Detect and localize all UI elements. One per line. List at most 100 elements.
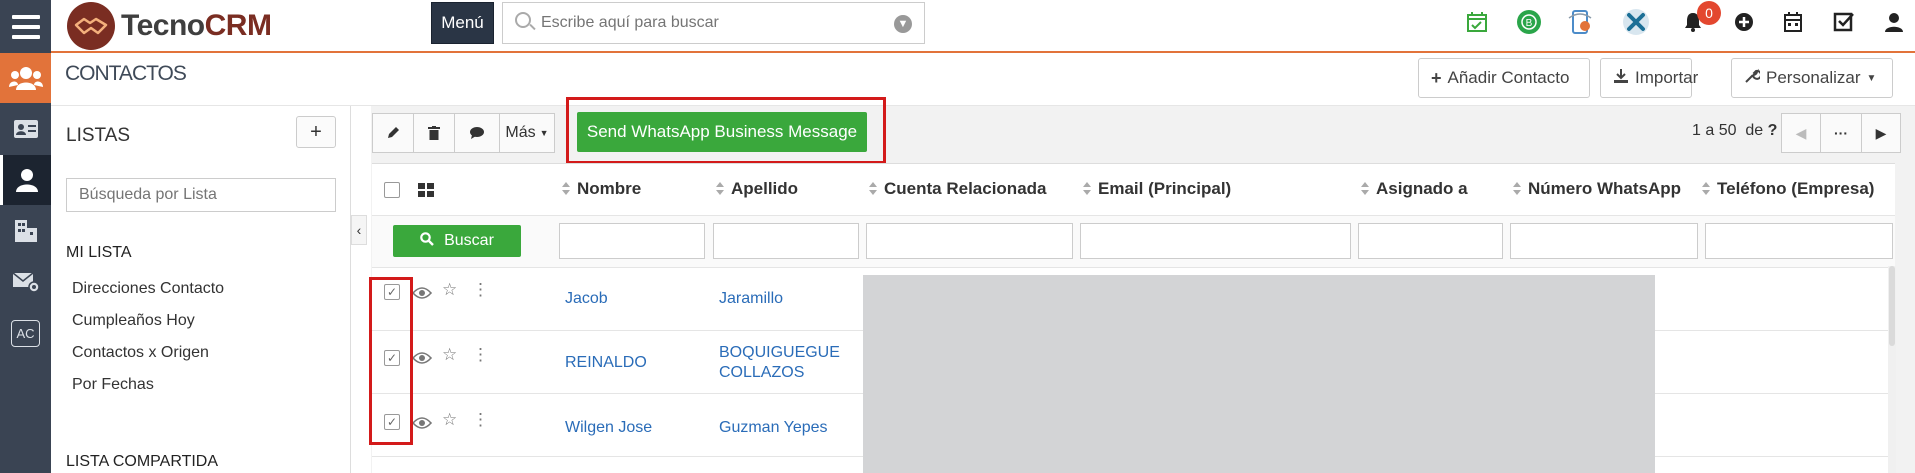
list-search-input[interactable] (66, 178, 336, 212)
list-item[interactable]: Por Fechas (72, 376, 154, 394)
column-header-asignado[interactable]: Asignado a (1361, 179, 1468, 199)
page-range: 1 a 50 (1692, 122, 1737, 139)
lists-panel: LISTAS + MI LISTA Direcciones Contacto C… (51, 106, 351, 473)
add-contact-label: Añadir Contacto (1447, 68, 1570, 87)
eye-icon[interactable] (411, 350, 433, 370)
customize-button[interactable]: Personalizar ▼ (1731, 58, 1893, 98)
list-item[interactable]: Direcciones Contacto (72, 280, 224, 298)
column-header-email[interactable]: Email (Principal) (1083, 179, 1231, 199)
sort-icon (1513, 182, 1521, 196)
add-contact-button[interactable]: + Añadir Contacto (1418, 58, 1590, 98)
more-pages-ellipsis-icon[interactable]: ··· (1820, 113, 1862, 153)
calendar-check-icon[interactable] (1463, 8, 1491, 36)
delete-trash-icon[interactable] (413, 113, 455, 153)
contact-last-name-link[interactable]: BOQUIGUEGUE (719, 343, 840, 362)
more-label: Más (505, 124, 536, 141)
search-icon (420, 231, 434, 251)
table-header: Nombre Apellido Cuenta Relacionada Email… (372, 164, 1895, 216)
ac-label: AC (11, 319, 40, 347)
filter-input-asignado[interactable] (1358, 223, 1503, 259)
filter-input-telefono[interactable] (1705, 223, 1893, 259)
chevron-down-icon[interactable]: ▼ (894, 15, 912, 33)
global-search[interactable]: ▼ (502, 2, 925, 44)
eye-icon[interactable] (411, 285, 433, 305)
sort-icon (716, 182, 724, 196)
vertical-dots-icon[interactable]: ⋮ (472, 345, 489, 365)
redacted-region (863, 275, 1655, 473)
top-bar: TecnoCRM Menú ▼ B 0 (0, 0, 1915, 53)
more-dropdown-button[interactable]: Más ▼ (499, 113, 555, 153)
contact-last-name-link-line2[interactable]: COLLAZOS (719, 363, 804, 382)
import-button[interactable]: Importar (1600, 58, 1698, 98)
app-logo[interactable]: TecnoCRM (67, 2, 272, 50)
menu-button[interactable]: Menú (431, 2, 494, 44)
add-list-button[interactable]: + (296, 116, 336, 148)
contact-last-name-link[interactable]: Guzman Yepes (719, 418, 828, 437)
mail-settings-icon[interactable] (0, 257, 51, 307)
mobile-sync-icon[interactable] (1566, 8, 1594, 36)
list-toolbar: Más ▼ (372, 113, 555, 153)
lists-title: LISTAS (66, 125, 131, 146)
column-layout-grid-icon[interactable] (418, 183, 434, 202)
hamburger-menu-icon[interactable] (0, 0, 51, 53)
star-icon[interactable]: ☆ (442, 280, 457, 300)
column-header-apellido[interactable]: Apellido (716, 179, 798, 199)
ac-icon[interactable]: AC (0, 308, 51, 358)
whatsapp-business-icon[interactable]: B (1515, 8, 1543, 36)
star-icon[interactable]: ☆ (442, 410, 457, 430)
users-icon[interactable] (0, 53, 51, 103)
column-header-nombre[interactable]: Nombre (562, 179, 641, 199)
column-header-whatsapp[interactable]: Número WhatsApp (1513, 179, 1681, 199)
next-page-chevron-right-icon[interactable]: ▶ (1861, 113, 1901, 153)
plus-circle-icon[interactable] (1730, 8, 1758, 36)
vertical-dots-icon[interactable]: ⋮ (472, 280, 489, 300)
import-label: Importar (1635, 68, 1699, 87)
column-header-cuenta[interactable]: Cuenta Relacionada (869, 179, 1047, 199)
contact-first-name-link[interactable]: Jacob (565, 289, 608, 308)
eye-icon[interactable] (411, 415, 433, 435)
filter-input-cuenta[interactable] (866, 223, 1073, 259)
collapse-panel-chevron-left-icon[interactable]: ‹ (351, 215, 367, 245)
vertical-dots-icon[interactable]: ⋮ (472, 410, 489, 430)
download-icon (1613, 68, 1629, 89)
filter-input-nombre[interactable] (559, 223, 705, 259)
star-icon[interactable]: ☆ (442, 345, 457, 365)
contact-first-name-link[interactable]: REINALDO (565, 353, 647, 372)
comment-icon[interactable] (454, 113, 500, 153)
page-of: de (1745, 122, 1764, 139)
tasks-check-icon[interactable] (1830, 8, 1858, 36)
sort-icon (1083, 182, 1091, 196)
sort-icon (869, 182, 877, 196)
buscar-button[interactable]: Buscar (393, 225, 521, 257)
pagination-info: 1 a 50 de ? (1692, 122, 1777, 140)
buscar-label: Buscar (444, 232, 494, 249)
page-total[interactable]: ? (1768, 122, 1778, 139)
global-search-input[interactable] (541, 11, 881, 35)
calendar-icon[interactable] (1779, 8, 1807, 36)
sort-icon (1702, 182, 1710, 196)
id-card-icon[interactable] (0, 104, 51, 154)
scrollbar-thumb[interactable] (1889, 266, 1895, 346)
notifications-badge: 0 (1697, 1, 1721, 25)
filter-input-apellido[interactable] (713, 223, 859, 259)
building-icon[interactable] (0, 206, 51, 256)
contact-icon[interactable] (0, 155, 51, 205)
contact-last-name-link[interactable]: Jaramillo (719, 289, 783, 308)
x-app-icon[interactable] (1622, 8, 1650, 36)
contact-first-name-link[interactable]: Wilgen Jose (565, 418, 652, 437)
caret-down-icon: ▼ (539, 128, 549, 138)
prev-page-chevron-left-icon[interactable]: ◀ (1781, 113, 1821, 153)
select-all-checkbox[interactable] (384, 182, 400, 198)
edit-pencil-icon[interactable] (372, 113, 414, 153)
wrench-icon (1744, 68, 1762, 89)
brand-wordmark: TecnoCRM (121, 9, 272, 42)
plus-icon: + (1431, 67, 1442, 88)
column-header-telefono[interactable]: Teléfono (Empresa) (1702, 179, 1874, 199)
filter-input-whatsapp[interactable] (1510, 223, 1698, 259)
filter-input-email[interactable] (1080, 223, 1351, 259)
user-profile-icon[interactable] (1880, 8, 1908, 36)
sort-icon (562, 182, 570, 196)
list-item[interactable]: Cumpleaños Hoy (72, 312, 195, 330)
list-item[interactable]: Contactos x Origen (72, 344, 209, 362)
page-title: CONTACTOS (65, 62, 187, 85)
